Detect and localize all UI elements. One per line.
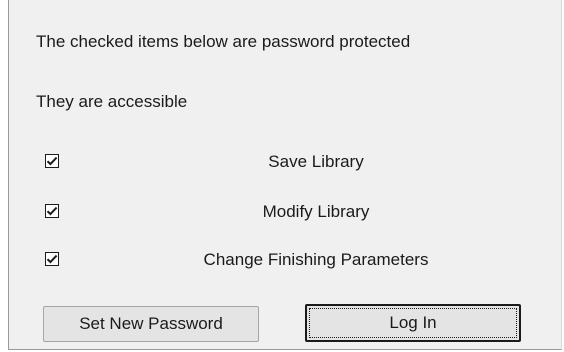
change-finishing-parameters-row: Change Finishing Parameters	[9, 250, 563, 274]
save-library-checkbox[interactable]	[45, 154, 59, 168]
log-in-button-label: Log In	[309, 308, 517, 338]
log-in-button[interactable]: Log In	[305, 304, 521, 342]
checkmark-icon	[46, 254, 58, 264]
set-new-password-button[interactable]: Set New Password	[43, 306, 259, 342]
save-library-row: Save Library	[9, 152, 563, 176]
access-status-text: They are accessible	[36, 92, 188, 111]
protected-items-description: The checked items below are password pro…	[36, 32, 411, 51]
modify-library-checkbox[interactable]	[45, 204, 59, 218]
checkmark-icon	[46, 206, 58, 216]
checkmark-icon	[46, 156, 58, 166]
password-protection-panel: The checked items below are password pro…	[8, 0, 562, 350]
save-library-label: Save Library	[268, 152, 364, 171]
modify-library-row: Modify Library	[9, 202, 563, 226]
modify-library-label: Modify Library	[262, 202, 370, 221]
change-finishing-parameters-checkbox[interactable]	[45, 252, 59, 266]
change-finishing-parameters-label: Change Finishing Parameters	[203, 250, 429, 269]
